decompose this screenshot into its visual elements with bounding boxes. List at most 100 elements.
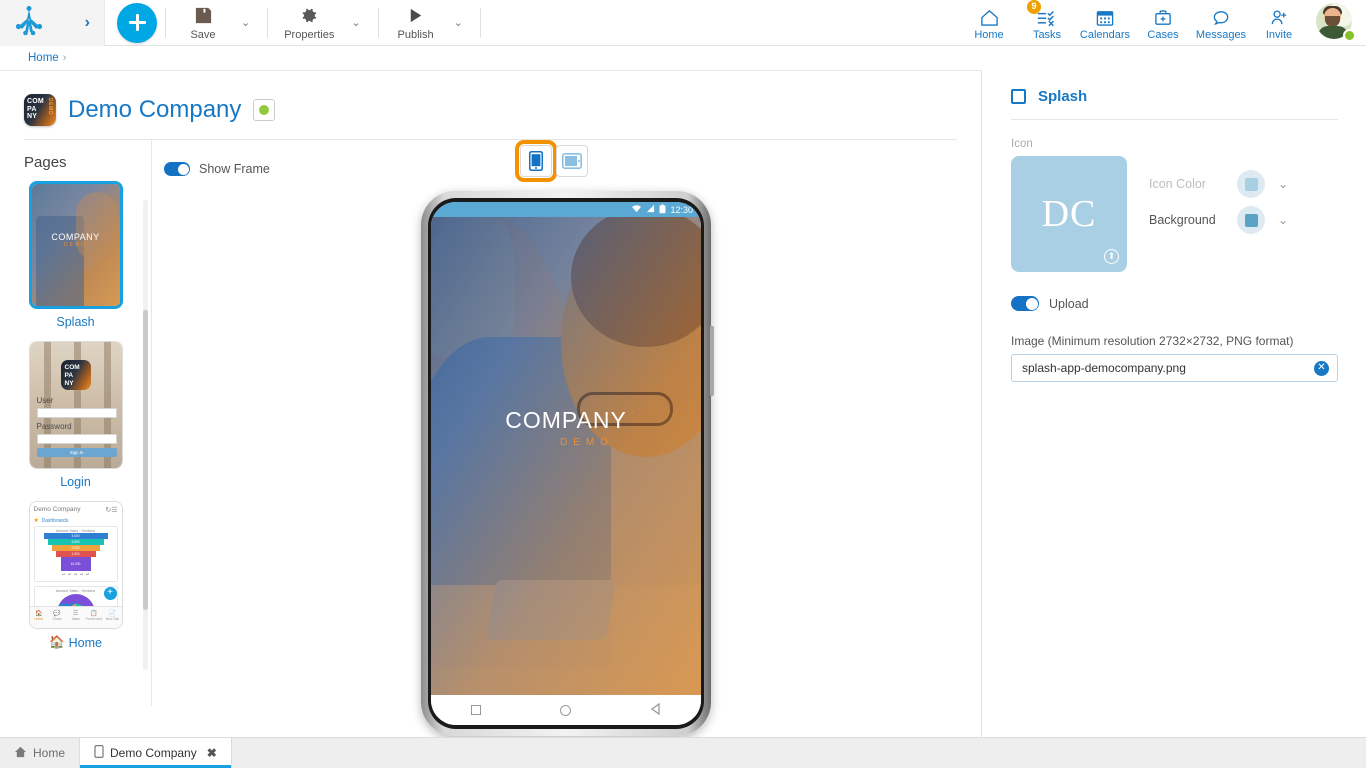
icon-color-swatch[interactable] — [1237, 170, 1265, 198]
thumb-home-chart-funnel: Amount Sales - Sections 3,000 1,500 2,00… — [33, 526, 118, 582]
publish-label: Publish — [397, 28, 434, 41]
page-item-login[interactable]: COM PA NY User Password Sign in Login — [0, 341, 151, 489]
icon-preview[interactable]: DC ⬆ — [1011, 156, 1127, 272]
publish-dropdown-chevron-down-icon[interactable]: ⌄ — [445, 0, 472, 46]
device-tablet-landscape-button[interactable] — [556, 145, 588, 177]
nav-calendars-label: Calendars — [1079, 29, 1131, 41]
page-item-home[interactable]: Demo Company ↻☰ ★ Dashboards Amount Sale… — [0, 501, 151, 650]
properties-header: Splash — [1011, 88, 1338, 105]
thumb-home-fab: + — [103, 587, 117, 600]
taskbar-tab-home[interactable]: Home — [0, 738, 79, 768]
company-app-icon-text: COM PA NY — [27, 98, 44, 120]
phone-bezel: 12:30 COMPANY ' DEMO — [428, 198, 704, 729]
splash-logo: COMPANY ' DEMO — [431, 407, 701, 448]
device-phone-portrait-button[interactable] — [515, 140, 557, 182]
nav-cases[interactable]: Cases — [1134, 0, 1192, 46]
nav-home-label: Home — [974, 29, 1004, 41]
phone-preview: 12:30 COMPANY ' DEMO — [421, 191, 714, 736]
nav-messages-label: Messages — [1195, 29, 1247, 41]
publish-button[interactable]: Publish — [387, 0, 445, 46]
home-icon: 🏠 — [49, 635, 65, 649]
upload-toggle-row: Upload — [1011, 296, 1338, 311]
properties-button[interactable]: Properties — [276, 0, 342, 46]
nav-invite[interactable]: Invite — [1250, 0, 1308, 46]
thumb-home-breadcrumb: Dashboards — [41, 518, 69, 524]
image-input-wrapper[interactable]: splash-app-democompany.png ✕ — [1011, 354, 1338, 382]
nav-messages[interactable]: Messages — [1192, 0, 1250, 46]
expand-chevron-right-icon[interactable]: › — [85, 14, 90, 31]
show-frame-toggle[interactable] — [164, 162, 190, 176]
bottom-taskbar: Home Demo Company ✖ — [0, 737, 1366, 768]
app-logo-icon[interactable] — [12, 6, 46, 39]
icon-initials: DC — [1041, 193, 1097, 235]
nav-cases-label: Cases — [1147, 29, 1179, 41]
phone-clock: 12:30 — [670, 204, 693, 215]
page-thumbnail-login[interactable]: COM PA NY User Password Sign in — [28, 341, 123, 469]
play-icon — [406, 6, 425, 26]
taskbar-tab-home-label: Home — [33, 746, 66, 760]
calendar-icon — [1095, 7, 1115, 27]
circle-icon[interactable] — [559, 704, 571, 716]
invite-icon — [1269, 7, 1289, 27]
phone-portrait-icon — [529, 151, 543, 171]
nav-tasks[interactable]: 9 Tasks — [1018, 0, 1076, 46]
message-icon — [1211, 7, 1231, 27]
icon-settings-row: DC ⬆ Icon Color ⌄ Background ⌄ — [1011, 156, 1338, 272]
background-color-swatch[interactable] — [1237, 206, 1265, 234]
upload-toggle[interactable] — [1011, 296, 1039, 311]
pages-list: COMPANY DEMO Splash COM PA NY User Passw… — [0, 179, 151, 650]
device-orientation-toggle — [515, 140, 588, 182]
battery-icon — [659, 203, 666, 216]
avatar[interactable] — [1316, 2, 1356, 43]
pages-scrollbar-thumb[interactable] — [143, 310, 148, 610]
save-icon — [194, 6, 213, 26]
background-chevron-down-icon[interactable]: ⌄ — [1278, 213, 1288, 227]
page-square-icon — [1011, 89, 1026, 104]
nav-home[interactable]: Home — [960, 0, 1018, 46]
save-dropdown-chevron-down-icon[interactable]: ⌄ — [232, 0, 259, 46]
properties-panel: Splash Icon DC ⬆ Icon Color ⌄ Background — [983, 70, 1366, 737]
signal-icon — [646, 204, 655, 215]
save-button[interactable]: Save — [174, 0, 232, 46]
phone-icon — [94, 745, 104, 761]
page-thumbnail-splash[interactable]: COMPANY DEMO — [28, 181, 123, 309]
image-field-label: Image (Minimum resolution 2732×2732, PNG… — [1011, 334, 1294, 348]
breadcrumb-home[interactable]: Home — [28, 52, 59, 64]
home-icon — [14, 746, 27, 761]
tablet-landscape-icon — [562, 153, 582, 169]
phone-status-bar: 12:30 — [431, 202, 701, 217]
square-icon[interactable] — [470, 705, 481, 715]
toolbar-divider — [479, 7, 481, 38]
properties-dropdown-chevron-down-icon[interactable]: ⌄ — [342, 0, 369, 46]
page-thumbnail-home[interactable]: Demo Company ↻☰ ★ Dashboards Amount Sale… — [28, 501, 123, 629]
background-color-row[interactable]: Background ⌄ — [1149, 202, 1288, 238]
taskbar-tab-demo-company[interactable]: Demo Company ✖ — [79, 738, 232, 768]
thumb-home-chart1-legend: ●1 ●2 ●3 ●4 ●5 — [61, 573, 90, 576]
add-button[interactable] — [117, 2, 157, 43]
taskbar-tab-demo-company-label: Demo Company — [110, 746, 197, 760]
icon-color-row[interactable]: Icon Color ⌄ — [1149, 166, 1288, 202]
image-filename: splash-app-democompany.png — [1022, 361, 1186, 375]
background-label: Background — [1149, 213, 1216, 227]
icon-color-chevron-down-icon[interactable]: ⌄ — [1278, 177, 1288, 191]
close-icon[interactable]: ✖ — [207, 746, 217, 760]
app-root: › Save ⌄ Properties ⌄ Publish ⌄ Home 9 T… — [0, 0, 1366, 768]
upload-arrow-icon[interactable]: ⬆ — [1104, 249, 1119, 264]
thumb-home-title: Demo Company — [33, 506, 81, 513]
company-app-icon-demo: DEMO — [47, 98, 53, 115]
splash-background-image — [431, 217, 701, 695]
phone-screen[interactable]: 12:30 COMPANY ' DEMO — [431, 202, 701, 725]
status-badge[interactable] — [253, 99, 276, 121]
page-item-splash[interactable]: COMPANY DEMO Splash — [0, 181, 151, 329]
nav-calendars[interactable]: Calendars — [1076, 0, 1134, 46]
icon-color-label: Icon Color — [1149, 177, 1206, 191]
nav-invite-label: Invite — [1265, 29, 1293, 41]
back-triangle-icon[interactable] — [650, 702, 662, 718]
breadcrumb-separator: › — [62, 52, 67, 64]
pages-sidebar: Pages COMPANY DEMO Splash COM PA NY User… — [0, 140, 152, 706]
clear-image-icon[interactable]: ✕ — [1314, 360, 1329, 376]
thumb-home-tab-4: 📄 New Tab — [105, 611, 119, 621]
toolbar-divider — [165, 7, 166, 38]
nav-tasks-label: Tasks — [1032, 29, 1062, 41]
toolbar-divider — [267, 7, 269, 38]
